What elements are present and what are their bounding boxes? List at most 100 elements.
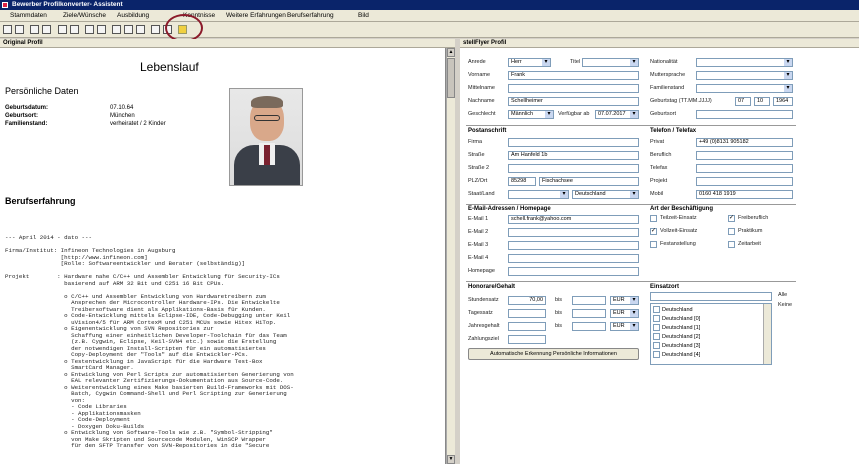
menu-ziele[interactable]: Ziele/Wünsche bbox=[63, 12, 106, 19]
nachname-field[interactable]: Schellheimer bbox=[508, 97, 639, 106]
original-profile-pane[interactable]: Lebenslauf Persönliche Daten Geburtsdatu… bbox=[0, 48, 446, 464]
email3-label: E-Mail 3 bbox=[468, 242, 489, 248]
scroll-up-icon[interactable]: ▲ bbox=[447, 48, 455, 57]
table2-icon[interactable] bbox=[124, 25, 133, 34]
merge-icon[interactable] bbox=[136, 25, 145, 34]
plz-field[interactable]: 85298 bbox=[508, 177, 536, 186]
einsatzort-filter-field[interactable] bbox=[650, 292, 772, 301]
scroll-down-icon[interactable]: ▼ bbox=[447, 455, 455, 464]
zahlungsziel-field[interactable] bbox=[508, 335, 546, 344]
titel-select[interactable] bbox=[582, 58, 639, 67]
projekt-field[interactable] bbox=[696, 177, 793, 186]
menu-weitere[interactable]: Weitere Erfahrungen bbox=[226, 12, 286, 19]
email3-field[interactable] bbox=[508, 241, 639, 250]
profile-photo bbox=[229, 88, 303, 186]
mittelname-field[interactable] bbox=[508, 84, 639, 93]
stundensatz-currency-select[interactable]: EUR bbox=[610, 296, 639, 305]
verfuegbar-select[interactable]: 07.07.2017 bbox=[595, 110, 639, 119]
geburtsort-field[interactable] bbox=[696, 110, 793, 119]
list-item-checkbox[interactable] bbox=[653, 324, 660, 331]
email2-field[interactable] bbox=[508, 228, 639, 237]
menu-ausbildung[interactable]: Ausbildung bbox=[117, 12, 149, 19]
alle-option[interactable]: Alle bbox=[778, 292, 787, 298]
list-item-checkbox[interactable] bbox=[653, 351, 660, 358]
menu-bild[interactable]: Bild bbox=[358, 12, 369, 19]
tagessatz-field[interactable] bbox=[508, 309, 546, 318]
zeitarbeit-checkbox[interactable] bbox=[728, 241, 735, 248]
festanstellung-checkbox[interactable] bbox=[650, 241, 657, 248]
format-icon[interactable] bbox=[58, 25, 67, 34]
geschlecht-label: Geschlecht bbox=[468, 111, 496, 117]
list-scrollbar[interactable] bbox=[763, 304, 771, 364]
keine-option[interactable]: Keine bbox=[778, 302, 792, 308]
einsatzort-list[interactable]: Deutschland Deutschland [0] Deutschland … bbox=[650, 303, 772, 365]
menu-berufserfahrung[interactable]: Berufserfahrung bbox=[287, 12, 334, 19]
stundensatz-field[interactable]: 70,00 bbox=[508, 296, 546, 305]
nationalitaet-select[interactable] bbox=[696, 58, 793, 67]
open-icon[interactable] bbox=[3, 25, 12, 34]
beruflich-field[interactable] bbox=[696, 151, 793, 160]
profile-form-pane: Anrede Herr Titel Vorname Frank Mittelna… bbox=[460, 48, 859, 464]
list-item-checkbox[interactable] bbox=[653, 315, 660, 322]
familienstand-select[interactable] bbox=[696, 84, 793, 93]
geb-monat-field[interactable]: 10 bbox=[754, 97, 770, 106]
geschlecht-select[interactable]: Männlich bbox=[508, 110, 554, 119]
tagessatz-currency-select[interactable]: EUR bbox=[610, 309, 639, 318]
jahresgehalt-currency-select[interactable]: EUR bbox=[610, 322, 639, 331]
email1-field[interactable]: schell.frank@yahoo.com bbox=[508, 215, 639, 224]
scroll-thumb[interactable] bbox=[447, 58, 455, 98]
anrede-select[interactable]: Herr bbox=[508, 58, 551, 67]
email4-field[interactable] bbox=[508, 254, 639, 263]
list-item[interactable]: Deutschland [0] bbox=[653, 315, 700, 322]
email-header: E-Mail-Adressen / Homepage bbox=[468, 206, 551, 212]
list-item[interactable]: Deutschland [2] bbox=[653, 333, 700, 340]
menu-stammdaten[interactable]: Stammdaten bbox=[10, 12, 47, 19]
cv-section-experience: Berufserfahrung bbox=[5, 196, 76, 206]
strasse-field[interactable]: Am Hanfeld 1b bbox=[508, 151, 639, 160]
save-icon[interactable] bbox=[15, 25, 24, 34]
strasse2-field[interactable] bbox=[508, 164, 639, 173]
ort-field[interactable]: Fischachsee bbox=[539, 177, 639, 186]
undo-icon[interactable] bbox=[151, 25, 160, 34]
freiberuflich-checkbox[interactable]: ✓ bbox=[728, 215, 735, 222]
auto-detect-button[interactable]: Automatische Erkennung Persönliche Infor… bbox=[468, 348, 639, 360]
teilzeit-checkbox[interactable] bbox=[650, 215, 657, 222]
print-icon[interactable] bbox=[30, 25, 39, 34]
geb-tag-field[interactable]: 07 bbox=[735, 97, 751, 106]
firma-field[interactable] bbox=[508, 138, 639, 147]
geb-jahr-field[interactable]: 1964 bbox=[773, 97, 793, 106]
tagessatz-bis-field[interactable] bbox=[572, 309, 606, 318]
export-icon[interactable] bbox=[42, 25, 51, 34]
jahresgehalt-bis-field[interactable] bbox=[572, 322, 606, 331]
plz-label: PLZ/Ort bbox=[468, 178, 488, 184]
praktikum-checkbox[interactable] bbox=[728, 228, 735, 235]
vorname-field[interactable]: Frank bbox=[508, 71, 639, 80]
list-item[interactable]: Deutschland [1] bbox=[653, 324, 700, 331]
email1-label: E-Mail 1 bbox=[468, 216, 489, 222]
jahresgehalt-field[interactable] bbox=[508, 322, 546, 331]
left-scrollbar[interactable]: ▲ ▼ bbox=[446, 48, 455, 464]
vollzeit-checkbox[interactable]: ✓ bbox=[650, 228, 657, 235]
homepage-field[interactable] bbox=[508, 267, 639, 276]
mobil-field[interactable]: 0160 418 1919 bbox=[696, 190, 793, 199]
list-item-checkbox[interactable] bbox=[653, 306, 660, 313]
land-select[interactable]: Deutschland bbox=[572, 190, 639, 199]
table-icon[interactable] bbox=[112, 25, 121, 34]
left-panel-header: Original Profil bbox=[0, 39, 455, 48]
list-item-checkbox[interactable] bbox=[653, 333, 660, 340]
list-item[interactable]: Deutschland bbox=[653, 306, 693, 313]
telefax-field[interactable] bbox=[696, 164, 793, 173]
muttersprache-select[interactable] bbox=[696, 71, 793, 80]
format2-icon[interactable] bbox=[70, 25, 79, 34]
telefax-label: Telefax bbox=[650, 165, 668, 171]
stundensatz-label: Stundensatz bbox=[468, 297, 499, 303]
stundensatz-bis-field[interactable] bbox=[572, 296, 606, 305]
list-item[interactable]: Deutschland [3] bbox=[653, 342, 700, 349]
birth-value: 07.10.64 bbox=[110, 105, 134, 111]
list-icon[interactable] bbox=[85, 25, 94, 34]
staat-select[interactable] bbox=[508, 190, 569, 199]
list-item-checkbox[interactable] bbox=[653, 342, 660, 349]
align-icon[interactable] bbox=[97, 25, 106, 34]
list-item[interactable]: Deutschland [4] bbox=[653, 351, 700, 358]
privat-field[interactable]: +49 (0)8131 905182 bbox=[696, 138, 793, 147]
